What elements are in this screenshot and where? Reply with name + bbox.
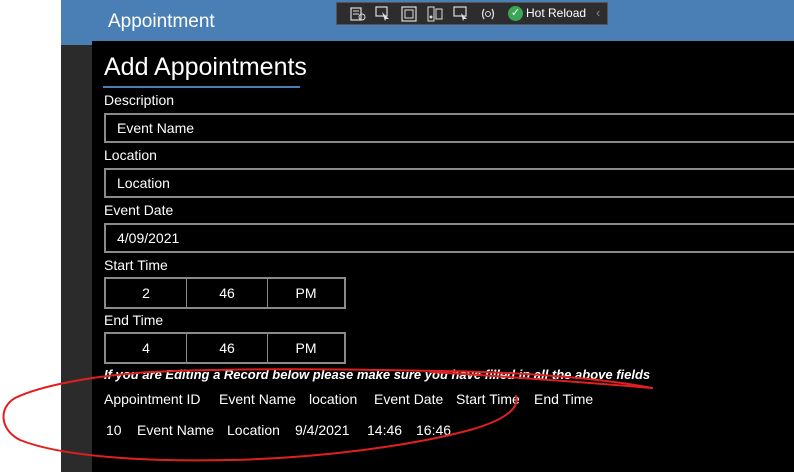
column-header-appointment-id[interactable]: Appointment ID bbox=[104, 391, 201, 407]
column-header-location[interactable]: location bbox=[309, 391, 357, 407]
app-title: Appointment bbox=[108, 11, 215, 32]
table-cell-event-name[interactable]: Event Name bbox=[137, 422, 214, 438]
end-time-label: End Time bbox=[104, 312, 164, 328]
table-cell-location[interactable]: Location bbox=[227, 422, 280, 438]
column-header-event-name[interactable]: Event Name bbox=[219, 391, 296, 407]
display-layout-adorners-icon[interactable] bbox=[401, 6, 417, 22]
description-field[interactable]: Event Name bbox=[104, 113, 794, 143]
table-cell-id[interactable]: 10 bbox=[106, 422, 122, 438]
start-hour[interactable]: 2 bbox=[106, 279, 187, 307]
hot-reload-check-icon: ✓ bbox=[508, 6, 523, 21]
in-app-selection-icon[interactable] bbox=[453, 6, 469, 22]
window-left-strip bbox=[61, 0, 92, 472]
column-header-event-date[interactable]: Event Date bbox=[374, 391, 443, 407]
end-period[interactable]: PM bbox=[268, 334, 344, 362]
start-period[interactable]: PM bbox=[268, 279, 344, 307]
track-focus-icon[interactable] bbox=[427, 6, 443, 22]
description-label: Description bbox=[104, 92, 175, 108]
column-header-start-time[interactable]: Start Time bbox=[456, 391, 520, 407]
start-time-label: Start Time bbox=[104, 257, 168, 273]
editing-notice: If you are Editing a Record below please… bbox=[104, 367, 651, 382]
event-date-label: Event Date bbox=[104, 202, 174, 218]
main-content: Add Appointments Description Event Name … bbox=[92, 41, 794, 472]
table-cell-event-date[interactable]: 9/4/2021 bbox=[295, 422, 350, 438]
select-element-icon[interactable] bbox=[375, 6, 391, 22]
event-date-field[interactable]: 4/09/2021 bbox=[104, 223, 794, 253]
binding-failures-icon[interactable] bbox=[480, 6, 496, 22]
xaml-debug-toolbar: ✓ Hot Reload ‹ bbox=[336, 2, 608, 25]
hot-reload-label[interactable]: Hot Reload bbox=[526, 6, 586, 20]
location-field[interactable]: Location bbox=[104, 168, 794, 198]
location-label: Location bbox=[104, 147, 157, 163]
title-underline bbox=[103, 86, 300, 88]
chevron-left-icon[interactable]: ‹ bbox=[596, 5, 600, 20]
end-time-picker[interactable]: 4 46 PM bbox=[104, 332, 346, 364]
end-minute[interactable]: 46 bbox=[187, 334, 268, 362]
table-cell-start-time[interactable]: 14:46 bbox=[367, 422, 402, 438]
live-visual-tree-icon[interactable] bbox=[350, 6, 366, 22]
start-time-picker[interactable]: 2 46 PM bbox=[104, 277, 346, 309]
column-header-end-time[interactable]: End Time bbox=[534, 391, 593, 407]
start-minute[interactable]: 46 bbox=[187, 279, 268, 307]
end-hour[interactable]: 4 bbox=[106, 334, 187, 362]
table-cell-end-time[interactable]: 16:46 bbox=[416, 422, 451, 438]
page-title: Add Appointments bbox=[104, 53, 307, 81]
